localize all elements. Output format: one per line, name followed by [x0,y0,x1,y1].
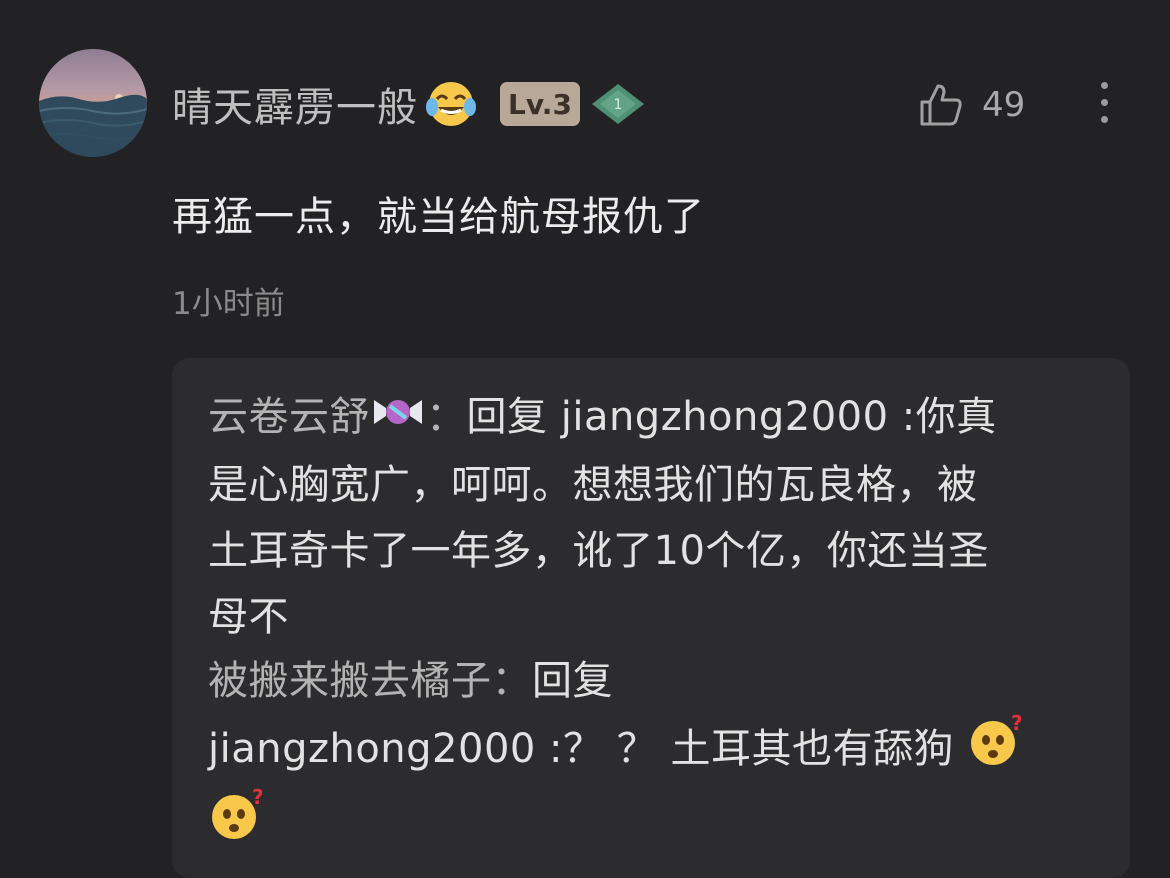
avatar[interactable] [39,49,147,157]
like-button[interactable]: 49 [918,82,1025,128]
svg-text:?: ? [252,788,262,809]
reply-separator: ： [491,658,532,704]
reply-author[interactable]: 被搬来搬去橘子 [208,658,492,704]
gem-badge-icon: 1 [591,84,644,124]
reply-text-line-1: 回复 [532,658,613,704]
level-badge: Lv.3 [500,82,580,126]
more-options-icon[interactable] [1094,82,1114,128]
reply-text-line-3: 土耳奇卡了一年多，讹了10个亿，你还当圣 [208,528,989,574]
reply-item[interactable]: 云卷云舒 ：回复 jiangzhong2000 :你真 是心胸宽广，呵呵。想想我… [208,384,1108,650]
reply-author[interactable]: 云卷云舒 [208,394,370,440]
thinking-face-emoji-icon: ? [967,711,1023,788]
thumbs-up-icon [920,84,962,126]
comment-item: 晴天霹雳一般 Lv.3 1 49 再猛一点，就当给航母报仇了 1小时前 云卷云舒… [0,0,1170,878]
gem-badge-label: 1 [613,97,622,113]
reply-separator: ： [426,394,467,440]
laughing-tears-emoji-icon [424,77,478,131]
candy-emoji-icon [370,386,426,452]
thinking-face-emoji-icon: ? [208,785,264,862]
svg-text:?: ? [1011,714,1021,735]
reply-text-line-1: 回复 jiangzhong2000 :你真 [466,394,997,440]
reply-box[interactable]: 云卷云舒 ：回复 jiangzhong2000 :你真 是心胸宽广，呵呵。想想我… [172,358,1130,878]
username[interactable]: 晴天霹雳一般 [172,75,418,133]
like-count: 49 [982,85,1026,125]
comment-header: 晴天霹雳一般 Lv.3 1 [172,74,646,134]
reply-text-line-4: 母不 [208,594,289,640]
comment-time: 1小时前 [172,286,285,322]
reply-text-line-2: 是心胸宽广，呵呵。想想我们的瓦良格，被 [208,462,978,508]
reply-item[interactable]: 被搬来搬去橘子：回复 jiangzhong2000 :？ ？ 土耳其也有舔狗 ? [208,648,1108,862]
comment-text: 再猛一点，就当给航母报仇了 [172,194,705,240]
reply-text-line-2: jiangzhong2000 :？ ？ 土耳其也有舔狗 [208,726,954,772]
